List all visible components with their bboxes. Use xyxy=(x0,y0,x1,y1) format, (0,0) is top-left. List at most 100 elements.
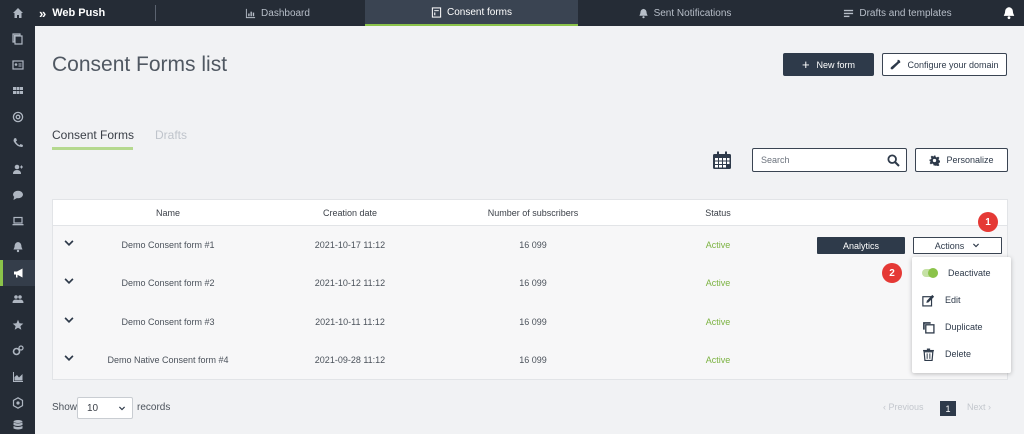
consent-forms-table: Name Creation date Number of subscribers… xyxy=(52,199,1008,380)
column-header-subscribers[interactable]: Number of subscribers xyxy=(458,200,608,226)
user-plus-icon[interactable] xyxy=(0,156,35,182)
creation-date: 2021-10-11 11:12 xyxy=(315,317,385,327)
actions-dropdown-button[interactable]: Actions xyxy=(913,237,1002,254)
column-header-name[interactable]: Name xyxy=(93,200,243,226)
list-icon xyxy=(844,9,854,17)
new-form-label: New form xyxy=(816,59,856,70)
edit-icon xyxy=(922,294,935,307)
subscriber-count: 16 099 xyxy=(519,278,547,288)
form-name: Demo Native Consent form #4 xyxy=(107,355,229,365)
tab-label: Drafts and templates xyxy=(859,7,952,19)
app-title-label: Web Push xyxy=(52,7,106,19)
top-navigation-bar: » Web Push Dashboard Consent forms Sent … xyxy=(35,0,1024,26)
records-per-page-select[interactable]: 10 xyxy=(77,397,133,419)
database-icon[interactable] xyxy=(0,412,35,434)
menu-item-label: Deactivate xyxy=(948,268,991,278)
form-name: Demo Consent form #2 xyxy=(121,278,215,288)
pagination-page[interactable]: 1 xyxy=(940,401,956,416)
megaphone-icon[interactable] xyxy=(0,260,35,286)
configure-domain-button[interactable]: Configure your domain xyxy=(882,53,1007,76)
chevron-down-icon xyxy=(119,406,125,411)
new-form-button[interactable]: + New form xyxy=(783,53,874,76)
callout-marker: 1 xyxy=(978,212,998,232)
grid-icon[interactable] xyxy=(0,78,35,104)
double-chevron-right-icon[interactable]: » xyxy=(39,6,46,21)
tab-drafts-templates[interactable]: Drafts and templates xyxy=(791,0,1004,26)
analytics-button[interactable]: Analytics xyxy=(817,237,905,254)
search-icon[interactable] xyxy=(887,154,900,167)
form-name: Demo Consent form #3 xyxy=(121,317,215,327)
tab-consent-forms[interactable]: Consent forms xyxy=(365,0,578,26)
home-icon[interactable] xyxy=(0,0,35,26)
tab-label: Sent Notifications xyxy=(653,7,732,19)
creation-date: 2021-10-12 11:12 xyxy=(314,278,386,288)
status-badge: Active xyxy=(705,317,731,327)
search-input[interactable] xyxy=(753,149,878,171)
subtab-drafts[interactable]: Drafts xyxy=(155,128,187,142)
table-header: Name Creation date Number of subscribers… xyxy=(53,200,1007,226)
personalize-label: Personalize xyxy=(946,155,994,165)
pagination-previous[interactable]: ‹ Previous xyxy=(883,402,924,412)
calendar-icon[interactable] xyxy=(712,151,732,170)
bell-icon[interactable] xyxy=(0,234,35,260)
next-label: Next xyxy=(967,402,986,412)
chart-area-icon[interactable] xyxy=(0,364,35,390)
table-row: Demo Consent form #2 2021-10-12 11:12 16… xyxy=(53,264,1007,302)
actions-menu: Deactivate Edit Duplicate Delete xyxy=(912,257,1011,373)
menu-item-duplicate[interactable]: Duplicate xyxy=(922,319,983,335)
table-row: Demo Consent form #3 2021-10-11 11:12 16… xyxy=(53,303,1007,341)
show-label: Show xyxy=(52,402,78,413)
subscriber-count: 16 099 xyxy=(519,355,547,365)
gear-icon xyxy=(929,154,941,166)
tab-label: Dashboard xyxy=(261,7,310,19)
chat-icon[interactable] xyxy=(0,182,35,208)
plus-icon: + xyxy=(801,57,810,72)
actions-label: Actions xyxy=(934,240,965,251)
phone-icon[interactable] xyxy=(0,130,35,156)
users-icon[interactable] xyxy=(0,286,35,312)
records-per-page-value: 10 xyxy=(87,402,99,414)
previous-label: Previous xyxy=(888,402,924,412)
tab-dashboard[interactable]: Dashboard xyxy=(190,0,365,26)
wrench-icon xyxy=(891,59,901,70)
id-card-icon[interactable] xyxy=(0,52,35,78)
subtab-consent-forms[interactable]: Consent Forms xyxy=(52,128,134,142)
status-badge: Active xyxy=(705,278,731,288)
personalize-button[interactable]: Personalize xyxy=(915,148,1008,172)
tab-label: Consent forms xyxy=(446,6,513,18)
tab-sent-notifications[interactable]: Sent Notifications xyxy=(578,0,791,26)
expand-row-chevron-icon[interactable] xyxy=(63,237,75,249)
expand-row-chevron-icon[interactable] xyxy=(63,352,75,364)
expand-row-chevron-icon[interactable] xyxy=(63,314,75,326)
status-badge: Active xyxy=(705,355,731,365)
chart-icon xyxy=(245,8,256,18)
cogs-icon[interactable] xyxy=(0,338,35,364)
menu-item-label: Duplicate xyxy=(945,322,983,332)
callout-marker: 2 xyxy=(882,263,902,283)
column-header-status[interactable]: Status xyxy=(653,200,783,226)
configure-domain-label: Configure your domain xyxy=(907,59,999,70)
expand-row-chevron-icon[interactable] xyxy=(63,275,75,287)
chevron-down-icon xyxy=(973,243,980,247)
records-label: records xyxy=(137,402,171,413)
menu-item-delete[interactable]: Delete xyxy=(922,346,971,362)
copy-icon[interactable] xyxy=(0,26,35,52)
divider xyxy=(155,5,156,21)
table-row: Demo Native Consent form #4 2021-09-28 1… xyxy=(53,341,1007,379)
at-icon[interactable] xyxy=(0,104,35,130)
star-icon[interactable] xyxy=(0,312,35,338)
search-box xyxy=(752,148,907,172)
duplicate-icon xyxy=(923,321,935,334)
column-header-creation-date[interactable]: Creation date xyxy=(275,200,425,226)
app-title[interactable]: » Web Push xyxy=(39,0,105,26)
menu-item-deactivate[interactable]: Deactivate xyxy=(922,265,991,281)
laptop-icon[interactable] xyxy=(0,208,35,234)
pagination-next[interactable]: Next › xyxy=(967,402,991,412)
menu-item-edit[interactable]: Edit xyxy=(922,292,961,308)
page-title: Consent Forms list xyxy=(52,53,228,76)
form-name: Demo Consent form #1 xyxy=(121,240,215,250)
notifications-bell-icon[interactable] xyxy=(1002,6,1016,20)
active-subtab-indicator xyxy=(52,147,133,150)
trash-icon xyxy=(923,348,934,361)
subscriber-count: 16 099 xyxy=(519,317,547,327)
